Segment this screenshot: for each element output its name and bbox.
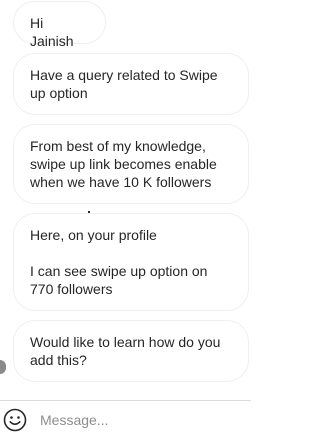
- message-composer: [0, 400, 251, 442]
- message-thread: Hi Jainish Have a query related to Swipe…: [0, 0, 251, 400]
- message-bubble: Here, on your profile I can see swipe up…: [13, 213, 249, 311]
- message-bubble: Would like to learn how do you add this?: [13, 320, 249, 382]
- message-bubble: Hi Jainish: [13, 1, 106, 49]
- emoji-icon[interactable]: [2, 407, 28, 433]
- message-bubble: From best of my knowledge, swipe up link…: [13, 124, 249, 204]
- message-bubble: Have a query related to Swipe up option: [13, 53, 249, 115]
- sender-avatar: [0, 360, 6, 374]
- message-input[interactable]: [40, 407, 245, 433]
